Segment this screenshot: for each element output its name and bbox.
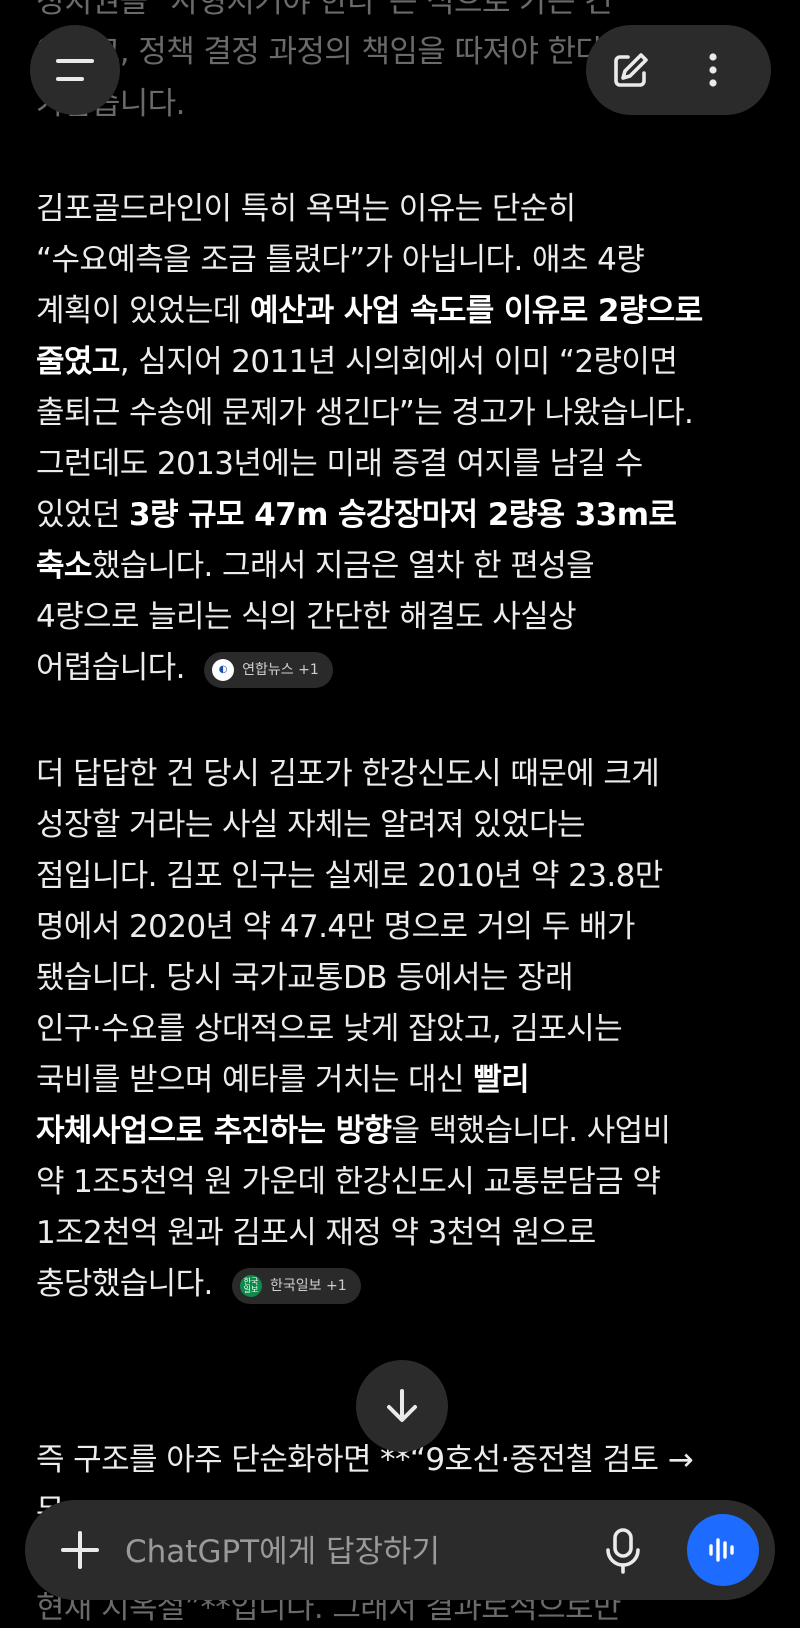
bold-text: 줄였고 bbox=[36, 344, 120, 380]
message-composer: ChatGPT에게 답장하기 bbox=[25, 1500, 775, 1600]
bold-text: 축소 bbox=[36, 548, 92, 584]
text-segment: , 심지어 2011년 시의회에서 이미 “2량이면 bbox=[119, 344, 678, 380]
text-line: “수요예측을 조금 틀렸다”가 아닙니다. 애초 4량 bbox=[36, 242, 645, 278]
voice-waveform-icon bbox=[709, 1538, 734, 1562]
text-line: 성장할 거라는 사실 자체는 알려져 있었다는 bbox=[36, 807, 585, 843]
text-segment: 있었던 bbox=[36, 497, 130, 533]
bold-text: 예산과 사업 속도를 이유로 2량으로 bbox=[249, 293, 703, 329]
text-segment: 어렵습니다. bbox=[36, 650, 185, 686]
text-segment: 충당했습니다. bbox=[36, 1266, 213, 1302]
more-vertical-icon[interactable] bbox=[688, 45, 738, 95]
microphone-icon[interactable] bbox=[593, 1520, 653, 1580]
hamburger-icon bbox=[56, 59, 94, 81]
source-chip-label: 한국일보 +1 bbox=[270, 1277, 347, 1294]
bold-text: 3량 규모 47m 승강장마저 2량용 33m로 bbox=[129, 497, 677, 533]
yonhap-logo-icon: ◐ bbox=[212, 658, 235, 681]
text-line: 정치권을 "사형지거야 한다"는 식으로 가는 건 bbox=[36, 0, 613, 20]
text-line: 즉 구조를 아주 단순화하면 **“9호선·중전철 검토 → bbox=[36, 1442, 694, 1478]
text-segment: 계획이 있었는데 bbox=[36, 293, 250, 329]
scroll-down-button[interactable] bbox=[356, 1360, 448, 1452]
text-line: 아니고, 정책 결정 과정의 책임을 따져야 한다는 bbox=[36, 34, 632, 70]
text-line: 그런데도 2013년에는 미래 증결 여지를 남길 수 bbox=[36, 446, 643, 482]
text-line: 점입니다. 김포 인구는 실제로 2010년 약 23.8만 bbox=[36, 858, 663, 894]
text-line: 김포골드라인이 특히 욕먹는 이유는 단순히 bbox=[36, 191, 576, 227]
edit-icon[interactable] bbox=[606, 45, 656, 95]
text-segment: 을 택했습니다. 사업비 bbox=[391, 1113, 671, 1149]
voice-mode-button[interactable] bbox=[687, 1514, 759, 1586]
bold-text: 자체사업으로 추진하는 방향 bbox=[36, 1113, 392, 1149]
text-line: 출퇴근 수송에 문제가 생긴다”는 경고가 나왔습니다. bbox=[36, 395, 694, 431]
text-line: 충당했습니다. 한국 일보 한국일보 +1 bbox=[36, 1264, 361, 1304]
text-line: 됐습니다. 당시 국가교통DB 등에서는 장래 bbox=[36, 960, 574, 996]
text-line: 자체사업으로 추진하는 방향을 택했습니다. 사업비 bbox=[36, 1111, 671, 1151]
source-chip-label: 연합뉴스 +1 bbox=[242, 661, 319, 678]
text-line: 명에서 2020년 약 47.4만 명으로 거의 두 배가 bbox=[36, 909, 635, 945]
top-right-actions bbox=[586, 25, 771, 115]
text-line: 축소했습니다. 그래서 지금은 열차 한 편성을 bbox=[36, 546, 595, 586]
text-line: 4량으로 늘리는 식의 간단한 해결도 사실상 bbox=[36, 599, 577, 635]
hankook-ilbo-logo-icon: 한국 일보 bbox=[240, 1274, 263, 1297]
text-line: 더 답답한 건 당시 김포가 한강신도시 때문에 크게 bbox=[36, 756, 660, 792]
plus-icon[interactable] bbox=[55, 1525, 105, 1575]
source-chip[interactable]: ◐ 연합뉴스 +1 bbox=[204, 651, 333, 688]
arrow-down-icon bbox=[387, 1389, 417, 1422]
text-line: 약 1조5천억 원 가운데 한강신도시 교통분담금 약 bbox=[36, 1164, 661, 1200]
source-chip[interactable]: 한국 일보 한국일보 +1 bbox=[232, 1267, 361, 1304]
text-line: 줄였고, 심지어 2011년 시의회에서 이미 “2량이면 bbox=[36, 342, 678, 382]
text-segment: 국비를 받으며 예타를 거치는 대신 bbox=[36, 1062, 474, 1098]
text-line: 어렵습니다. ◐ 연합뉴스 +1 bbox=[36, 648, 333, 688]
message-input[interactable]: ChatGPT에게 답장하기 bbox=[125, 1526, 440, 1571]
text-line: 인구·수요를 상대적으로 낮게 잡았고, 김포시는 bbox=[36, 1011, 623, 1047]
menu-button[interactable] bbox=[30, 25, 120, 115]
text-line: 있었던 3량 규모 47m 승강장마저 2량용 33m로 bbox=[36, 495, 677, 535]
text-line: 계획이 있었는데 예산과 사업 속도를 이유로 2량으로 bbox=[36, 291, 703, 331]
text-line: 1조2천억 원과 김포시 재정 약 3천억 원으로 bbox=[36, 1215, 596, 1251]
text-line: 국비를 받으며 예타를 거치는 대신 빨리 bbox=[36, 1060, 530, 1100]
text-segment: 했습니다. 그래서 지금은 열차 한 편성을 bbox=[91, 548, 595, 584]
bold-text: 빨리 bbox=[473, 1062, 529, 1098]
